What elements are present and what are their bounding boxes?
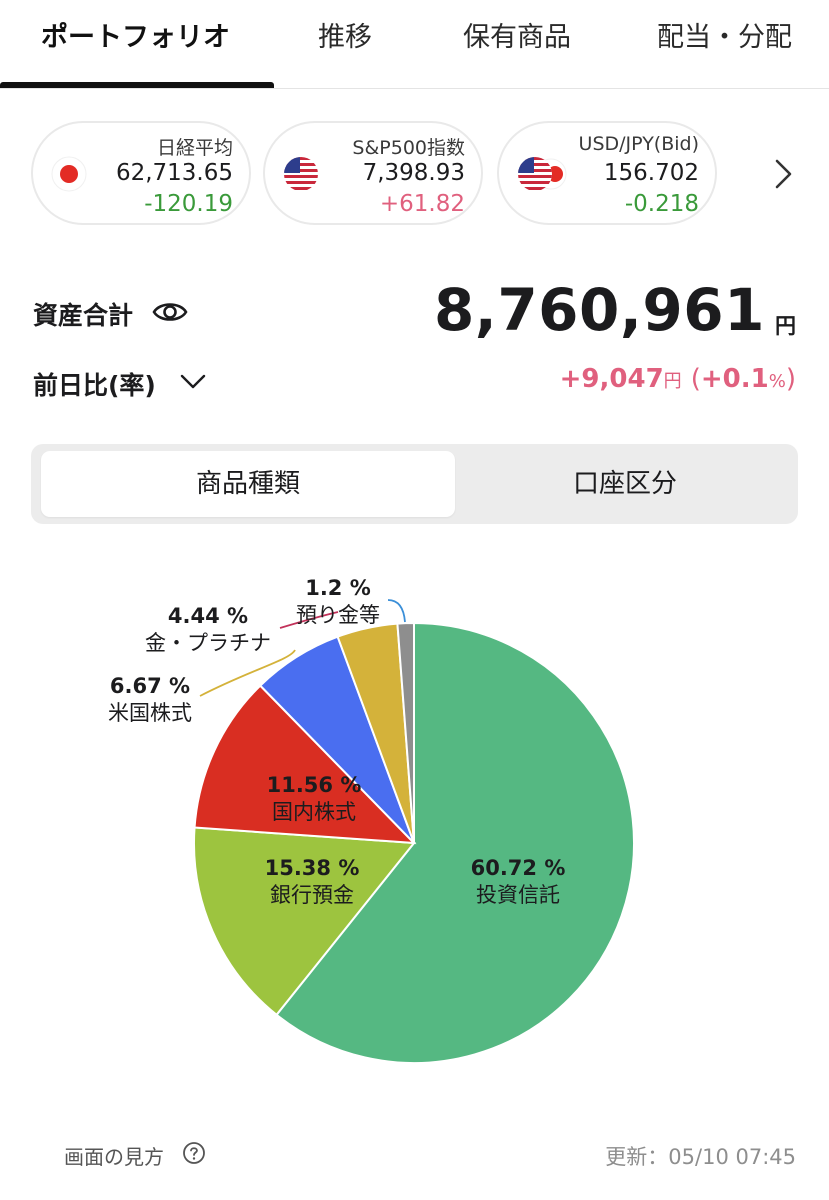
chevron-right-icon[interactable] bbox=[770, 158, 796, 190]
market-value: 156.702 bbox=[603, 160, 699, 186]
market-name: 日経平均 bbox=[156, 137, 233, 159]
tab-history[interactable]: 推移 bbox=[318, 18, 372, 58]
tab-portfolio[interactable]: ポートフォリオ bbox=[41, 18, 230, 58]
day-change-value: +9,047円 (+0.1%) bbox=[560, 364, 796, 394]
pie-label-name-us-stock: 米国株式 bbox=[108, 701, 192, 725]
paren-open: ( bbox=[690, 364, 701, 394]
segment-product-type[interactable]: 商品種類 bbox=[41, 451, 455, 517]
tab-dividends[interactable]: 配当・分配 bbox=[657, 18, 792, 58]
market-change: +61.82 bbox=[379, 191, 465, 217]
tab-holdings[interactable]: 保有商品 bbox=[463, 18, 571, 58]
market-value: 62,713.65 bbox=[115, 160, 233, 186]
pie-label-percent-domestic-stock: 11.56 % bbox=[267, 773, 362, 797]
day-change-amount: +9,047 bbox=[559, 364, 664, 394]
help-label[interactable]: 画面の見方 bbox=[64, 1141, 164, 1170]
pie-label-name-gold-platinum: 金・プラチナ bbox=[145, 631, 271, 655]
segment-account-type[interactable]: 口座区分 bbox=[455, 451, 795, 517]
pie-label-percent-investment-trust: 60.72 % bbox=[471, 856, 566, 880]
last-updated: 更新：05/10 07:45 bbox=[605, 1145, 796, 1169]
market-card-usdjpy[interactable]: USD/JPY(Bid) 156.702 -0.218 bbox=[497, 121, 717, 225]
usa-japan-flag-icon bbox=[518, 157, 567, 191]
pie-label-name-deposit-etc: 預り金等 bbox=[296, 603, 380, 627]
day-change-label[interactable]: 前日比(率) bbox=[33, 366, 156, 402]
eye-icon[interactable] bbox=[152, 298, 188, 326]
paren-close: ) bbox=[785, 364, 796, 394]
market-name: S&P500指数 bbox=[352, 137, 465, 159]
japan-flag-icon bbox=[51, 156, 87, 192]
total-assets-value: 8,760,961 bbox=[433, 276, 765, 344]
market-change: -0.218 bbox=[624, 191, 699, 217]
pie-label-percent-bank-deposit: 15.38 % bbox=[265, 856, 360, 880]
pie-label-name-investment-trust: 投資信託 bbox=[476, 883, 560, 907]
total-assets-unit: 円 bbox=[775, 314, 796, 338]
pie-label-name-domestic-stock: 国内株式 bbox=[272, 800, 356, 824]
asset-allocation-pie-chart: 60.72 % 投資信託 15.38 % 銀行預金 11.56 % 国内株式 6.67 % 米… bbox=[108, 576, 636, 1064]
pie-label-percent-gold-platinum: 4.44 % bbox=[168, 604, 248, 628]
market-value: 7,398.93 bbox=[362, 160, 465, 186]
market-card-nikkei[interactable]: 日経平均 62,713.65 -120.19 bbox=[31, 121, 251, 225]
market-card-sp500[interactable]: S&P500指数 7,398.93 +61.82 bbox=[263, 121, 483, 225]
market-name: USD/JPY(Bid) bbox=[578, 133, 699, 155]
leader-line-deposit bbox=[387, 599, 406, 623]
tab-bar: ポートフォリオ 推移 保有商品 配当・分配 bbox=[0, 0, 829, 89]
pie-label-percent-deposit-etc: 1.2 % bbox=[305, 576, 371, 600]
category-segmented-control: 商品種類 口座区分 bbox=[31, 444, 798, 524]
chevron-down-icon[interactable] bbox=[178, 370, 208, 392]
day-change-unit: 円 bbox=[663, 371, 682, 392]
percent-unit: % bbox=[768, 371, 786, 392]
pie-label-name-bank-deposit: 銀行預金 bbox=[270, 883, 354, 907]
total-assets-label: 資産合計 bbox=[33, 301, 134, 330]
day-change-percent: +0.1 bbox=[700, 364, 769, 394]
usa-flag-icon bbox=[284, 157, 318, 191]
tab-divider bbox=[0, 88, 829, 89]
pie-label-percent-us-stock: 6.67 % bbox=[110, 674, 190, 698]
question-circle-icon[interactable] bbox=[182, 1141, 206, 1165]
market-change: -120.19 bbox=[144, 191, 233, 217]
